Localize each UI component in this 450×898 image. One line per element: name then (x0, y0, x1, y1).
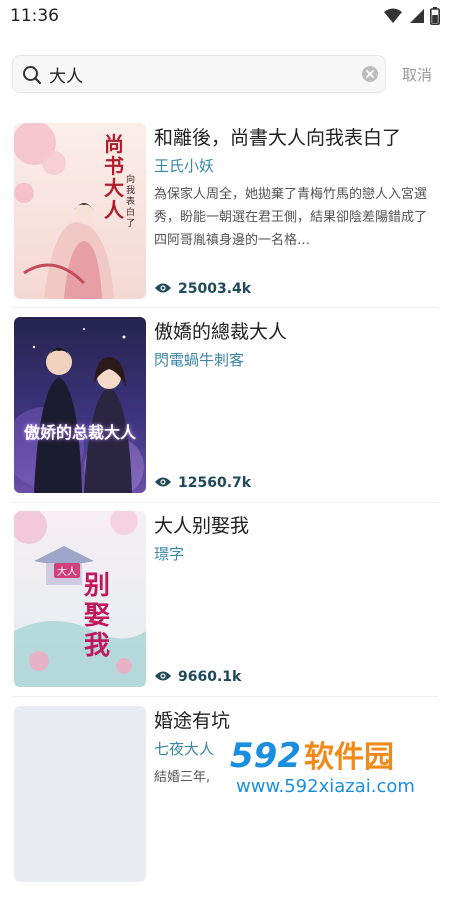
book-author[interactable]: 王氏小妖 (154, 155, 214, 176)
book-description: 為保家人周全，她拋棄了青梅竹馬的戀人入宮選秀，盼能一朝選在君王側，結果卻陰差陽錯… (154, 187, 428, 248)
eye-icon (154, 279, 172, 298)
list-item[interactable]: 大人 别娶我 大人别娶我 璟字 9660.1k (0, 511, 450, 703)
list-item[interactable]: 尚书大人 向我表白了 和離後，尚書大人向我表白了 王氏小妖 為保家人周全，她拋棄… (0, 123, 450, 315)
divider (12, 307, 438, 308)
svg-text:www.592xiazai.com: www.592xiazai.com (236, 776, 415, 797)
search-box[interactable] (12, 55, 386, 93)
book-title[interactable]: 婚途有坑 (154, 706, 230, 733)
clear-icon[interactable] (361, 65, 379, 87)
views: 25003.4k (154, 279, 251, 298)
book-cover[interactable]: 尚书大人 向我表白了 (14, 123, 146, 299)
cover-title: 尚书大人 (104, 132, 124, 222)
search-icon (22, 65, 42, 89)
divider (12, 696, 438, 697)
eye-icon (154, 473, 172, 492)
book-author[interactable]: 七夜大人 (154, 738, 214, 759)
signal-icon (408, 8, 424, 24)
book-cover[interactable]: 傲娇的总裁大人 (14, 317, 146, 493)
watermark-logo: 592 软件园 www.592xiazai.com (224, 729, 444, 800)
book-title[interactable]: 和離後，尚書大人向我表白了 (154, 123, 401, 150)
svg-text:软件园: 软件园 (304, 740, 394, 775)
views: 9660.1k (154, 667, 241, 686)
battery-icon (430, 7, 440, 25)
views-count: 25003.4k (178, 280, 252, 297)
wifi-icon (384, 8, 402, 24)
book-cover[interactable]: 大人 别娶我 (14, 511, 146, 687)
book-author[interactable]: 璟字 (154, 543, 184, 564)
views: 12560.7k (154, 473, 251, 492)
book-title[interactable]: 傲嬌的總裁大人 (154, 317, 287, 344)
book-title[interactable]: 大人别娶我 (154, 511, 249, 538)
svg-text:592: 592 (230, 736, 301, 776)
book-cover[interactable] (14, 706, 146, 882)
views-count: 9660.1k (178, 668, 242, 685)
status-icons (384, 7, 440, 25)
views-count: 12560.7k (178, 474, 252, 491)
cover-title: 别娶我 (84, 571, 111, 661)
list-item[interactable]: 傲娇的总裁大人 傲嬌的總裁大人 閃電蝸牛刺客 12560.7k (0, 317, 450, 509)
eye-icon (154, 667, 172, 686)
divider (12, 502, 438, 503)
cover-title: 傲娇的总裁大人 (23, 423, 136, 442)
status-bar: 11:36 (0, 0, 450, 32)
search-input[interactable] (49, 56, 359, 92)
book-author[interactable]: 閃電蝸牛刺客 (154, 349, 244, 370)
cover-subtitle: 向我表白了 (126, 175, 136, 229)
cancel-button[interactable]: 取消 (402, 64, 432, 85)
cover-subtitle: 大人 (54, 563, 80, 578)
status-time: 11:36 (10, 6, 59, 26)
